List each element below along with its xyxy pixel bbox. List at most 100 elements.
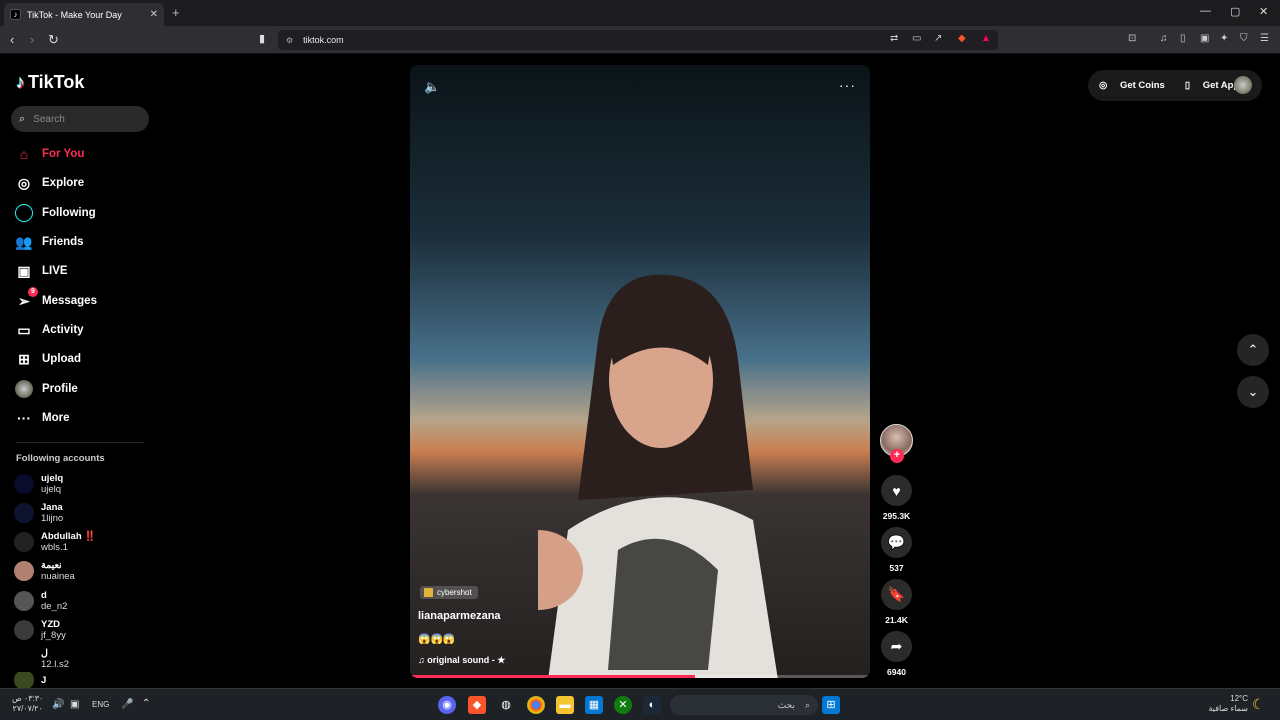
effect-tag[interactable]: cybershot bbox=[420, 586, 478, 599]
sidebar-item-for-you[interactable]: ⌂ For You bbox=[14, 143, 85, 165]
cast-icon[interactable]: ▭ bbox=[912, 33, 921, 44]
following-account[interactable]: نعيمة nuainea bbox=[14, 558, 75, 584]
sidebar-item-upload[interactable]: ⊞ Upload bbox=[14, 348, 81, 370]
url-text: tiktok.com bbox=[303, 35, 344, 45]
vpn-icon[interactable]: ⛉ bbox=[1240, 33, 1248, 44]
sidebar-item-activity[interactable]: ▭ Activity bbox=[14, 319, 83, 341]
brave-browser-icon[interactable]: ◆ bbox=[468, 696, 486, 714]
search-input[interactable]: ⌕ Search bbox=[11, 106, 149, 132]
steam-icon[interactable]: ◐ bbox=[643, 696, 661, 714]
tiktok-logo[interactable]: ♪ TikTok bbox=[16, 72, 84, 93]
account-handle: de_n2 bbox=[41, 601, 68, 612]
heart-icon: ♥ bbox=[892, 482, 901, 499]
more-icon: ··· bbox=[17, 410, 31, 426]
speaker-icon[interactable]: 🔊 bbox=[52, 699, 64, 710]
wallet-icon[interactable]: ▣ bbox=[1200, 33, 1209, 44]
clock-date: ٢٧/٠٧/٢٠ bbox=[12, 704, 43, 713]
sidebar-toggle-icon[interactable]: ▯ bbox=[1180, 33, 1186, 44]
network-icon[interactable]: ▣ bbox=[70, 699, 79, 710]
following-account[interactable]: d de_n2 bbox=[14, 588, 67, 614]
xbox-icon[interactable]: ✕ bbox=[614, 696, 632, 714]
minimize-icon[interactable]: — bbox=[1200, 5, 1211, 17]
previous-video-button[interactable]: ⌃ bbox=[1237, 334, 1269, 366]
user-avatar[interactable] bbox=[1234, 76, 1252, 94]
sidebar-item-label: Explore bbox=[42, 177, 85, 189]
brave-shields-icon[interactable]: ◆ bbox=[958, 33, 966, 44]
menu-icon[interactable]: ☰ bbox=[1260, 33, 1269, 44]
browser-tab[interactable]: ♪ TikTok - Make Your Day ✕ bbox=[4, 3, 164, 26]
video-more-icon[interactable]: ··· bbox=[839, 77, 856, 93]
video-progress-bar[interactable] bbox=[410, 675, 870, 678]
account-name: d bbox=[41, 590, 47, 601]
sidebar-item-label: Friends bbox=[42, 236, 84, 248]
forward-icon[interactable]: › bbox=[30, 32, 34, 47]
effect-label: cybershot bbox=[437, 588, 472, 597]
following-account[interactable]: ل 12.l.s2 bbox=[14, 646, 69, 672]
sidebar-item-label: LIVE bbox=[42, 265, 68, 277]
messages-badge: 9 bbox=[28, 287, 38, 297]
account-handle: wbls.1 bbox=[41, 542, 68, 553]
site-info-icon[interactable]: ⚙ bbox=[286, 36, 293, 45]
video-player[interactable]: 🔈 ··· cybershot lianaparmezana 😱😱😱 ♫ ori… bbox=[410, 65, 870, 678]
window-close-icon[interactable]: ✕ bbox=[1259, 5, 1268, 18]
account-handle: 1lijno bbox=[41, 513, 64, 524]
comment-button[interactable]: 💬 bbox=[881, 527, 912, 558]
microsoft-store-icon[interactable]: ▦ bbox=[585, 696, 603, 714]
like-button[interactable]: ♥ bbox=[881, 475, 912, 506]
home-icon: ⌂ bbox=[19, 146, 29, 162]
following-account[interactable]: YZD jf_8yy bbox=[14, 617, 66, 643]
translate-icon[interactable]: ⇄ bbox=[890, 33, 898, 44]
brave-rewards-icon[interactable]: ▲ bbox=[981, 33, 991, 44]
maximize-icon[interactable]: ▢ bbox=[1230, 5, 1240, 18]
get-coins-button[interactable]: ◎ Get Coins bbox=[1099, 80, 1175, 91]
screenshot-icon[interactable]: ⊡ bbox=[1128, 33, 1136, 44]
video-sound[interactable]: ♫ original sound - ★ bbox=[418, 655, 505, 666]
file-explorer-icon[interactable]: ▬ bbox=[556, 696, 574, 714]
tray-expand-icon[interactable]: ⌃ bbox=[142, 698, 150, 709]
following-account[interactable]: ujelq ujelq bbox=[14, 471, 63, 497]
friends-icon: 👥 bbox=[15, 233, 33, 250]
account-name: نعيمة bbox=[41, 560, 62, 571]
volume-icon[interactable]: 🔈 bbox=[424, 79, 440, 95]
following-account[interactable]: Jana 1lijno bbox=[14, 500, 63, 526]
bookmark-icon[interactable]: ▮ bbox=[259, 32, 265, 45]
sidebar-item-more[interactable]: ··· More bbox=[14, 407, 69, 429]
media-icon[interactable]: ♫ bbox=[1160, 33, 1168, 44]
weather-widget[interactable]: 12°C سماء صافية bbox=[1206, 694, 1248, 714]
app-icon[interactable]: ◍ bbox=[497, 696, 515, 714]
sidebar-item-explore[interactable]: ◎ Explore bbox=[14, 172, 84, 194]
following-account[interactable]: J bbox=[14, 672, 46, 688]
profile-icon bbox=[14, 380, 34, 399]
share-icon[interactable]: ↗ bbox=[934, 33, 942, 44]
sidebar-item-profile[interactable]: Profile bbox=[14, 378, 78, 400]
chrome-icon[interactable] bbox=[527, 696, 545, 714]
follow-plus-icon[interactable]: + bbox=[890, 449, 904, 463]
taskbar-search[interactable]: بحث ⌕ bbox=[670, 695, 818, 715]
sidebar-item-friends[interactable]: 👥 Friends bbox=[14, 231, 84, 253]
following-account[interactable]: Abdullah ‼️ wbls.1 bbox=[14, 529, 96, 555]
microphone-icon[interactable]: 🎤 bbox=[121, 699, 133, 710]
save-button[interactable]: 🔖 bbox=[881, 579, 912, 610]
video-frame-person bbox=[538, 274, 778, 678]
video-username[interactable]: lianaparmezana bbox=[418, 610, 501, 622]
next-video-button[interactable]: ⌄ bbox=[1237, 376, 1269, 408]
back-icon[interactable]: ‹ bbox=[10, 32, 14, 47]
share-button[interactable]: ➦ bbox=[881, 631, 912, 662]
avatar bbox=[14, 649, 34, 669]
taskbar-clock[interactable]: ٠٣:٣٠ ص ٢٧/٠٧/٢٠ bbox=[12, 694, 43, 714]
reload-icon[interactable]: ↻ bbox=[48, 32, 59, 48]
chevron-up-icon: ⌃ bbox=[1247, 342, 1259, 357]
get-coins-label: Get Coins bbox=[1119, 80, 1165, 91]
sidebar-item-live[interactable]: ▣ LIVE bbox=[14, 260, 68, 282]
language-indicator[interactable]: ENG bbox=[92, 700, 109, 709]
discord-icon[interactable]: ◉ bbox=[438, 696, 456, 714]
leo-ai-icon[interactable]: ✦ bbox=[1220, 33, 1228, 44]
tab-close-icon[interactable]: ✕ bbox=[150, 9, 158, 20]
windows-start-icon[interactable]: ⊞ bbox=[822, 696, 840, 714]
sidebar-item-following[interactable]: Following bbox=[14, 202, 96, 224]
coin-icon: ◎ bbox=[1099, 80, 1110, 91]
avatar bbox=[14, 672, 34, 688]
new-tab-button[interactable]: + bbox=[172, 5, 180, 20]
sidebar-item-label: Profile bbox=[42, 383, 78, 395]
sidebar-item-messages[interactable]: ➢ 9 Messages bbox=[14, 287, 97, 312]
